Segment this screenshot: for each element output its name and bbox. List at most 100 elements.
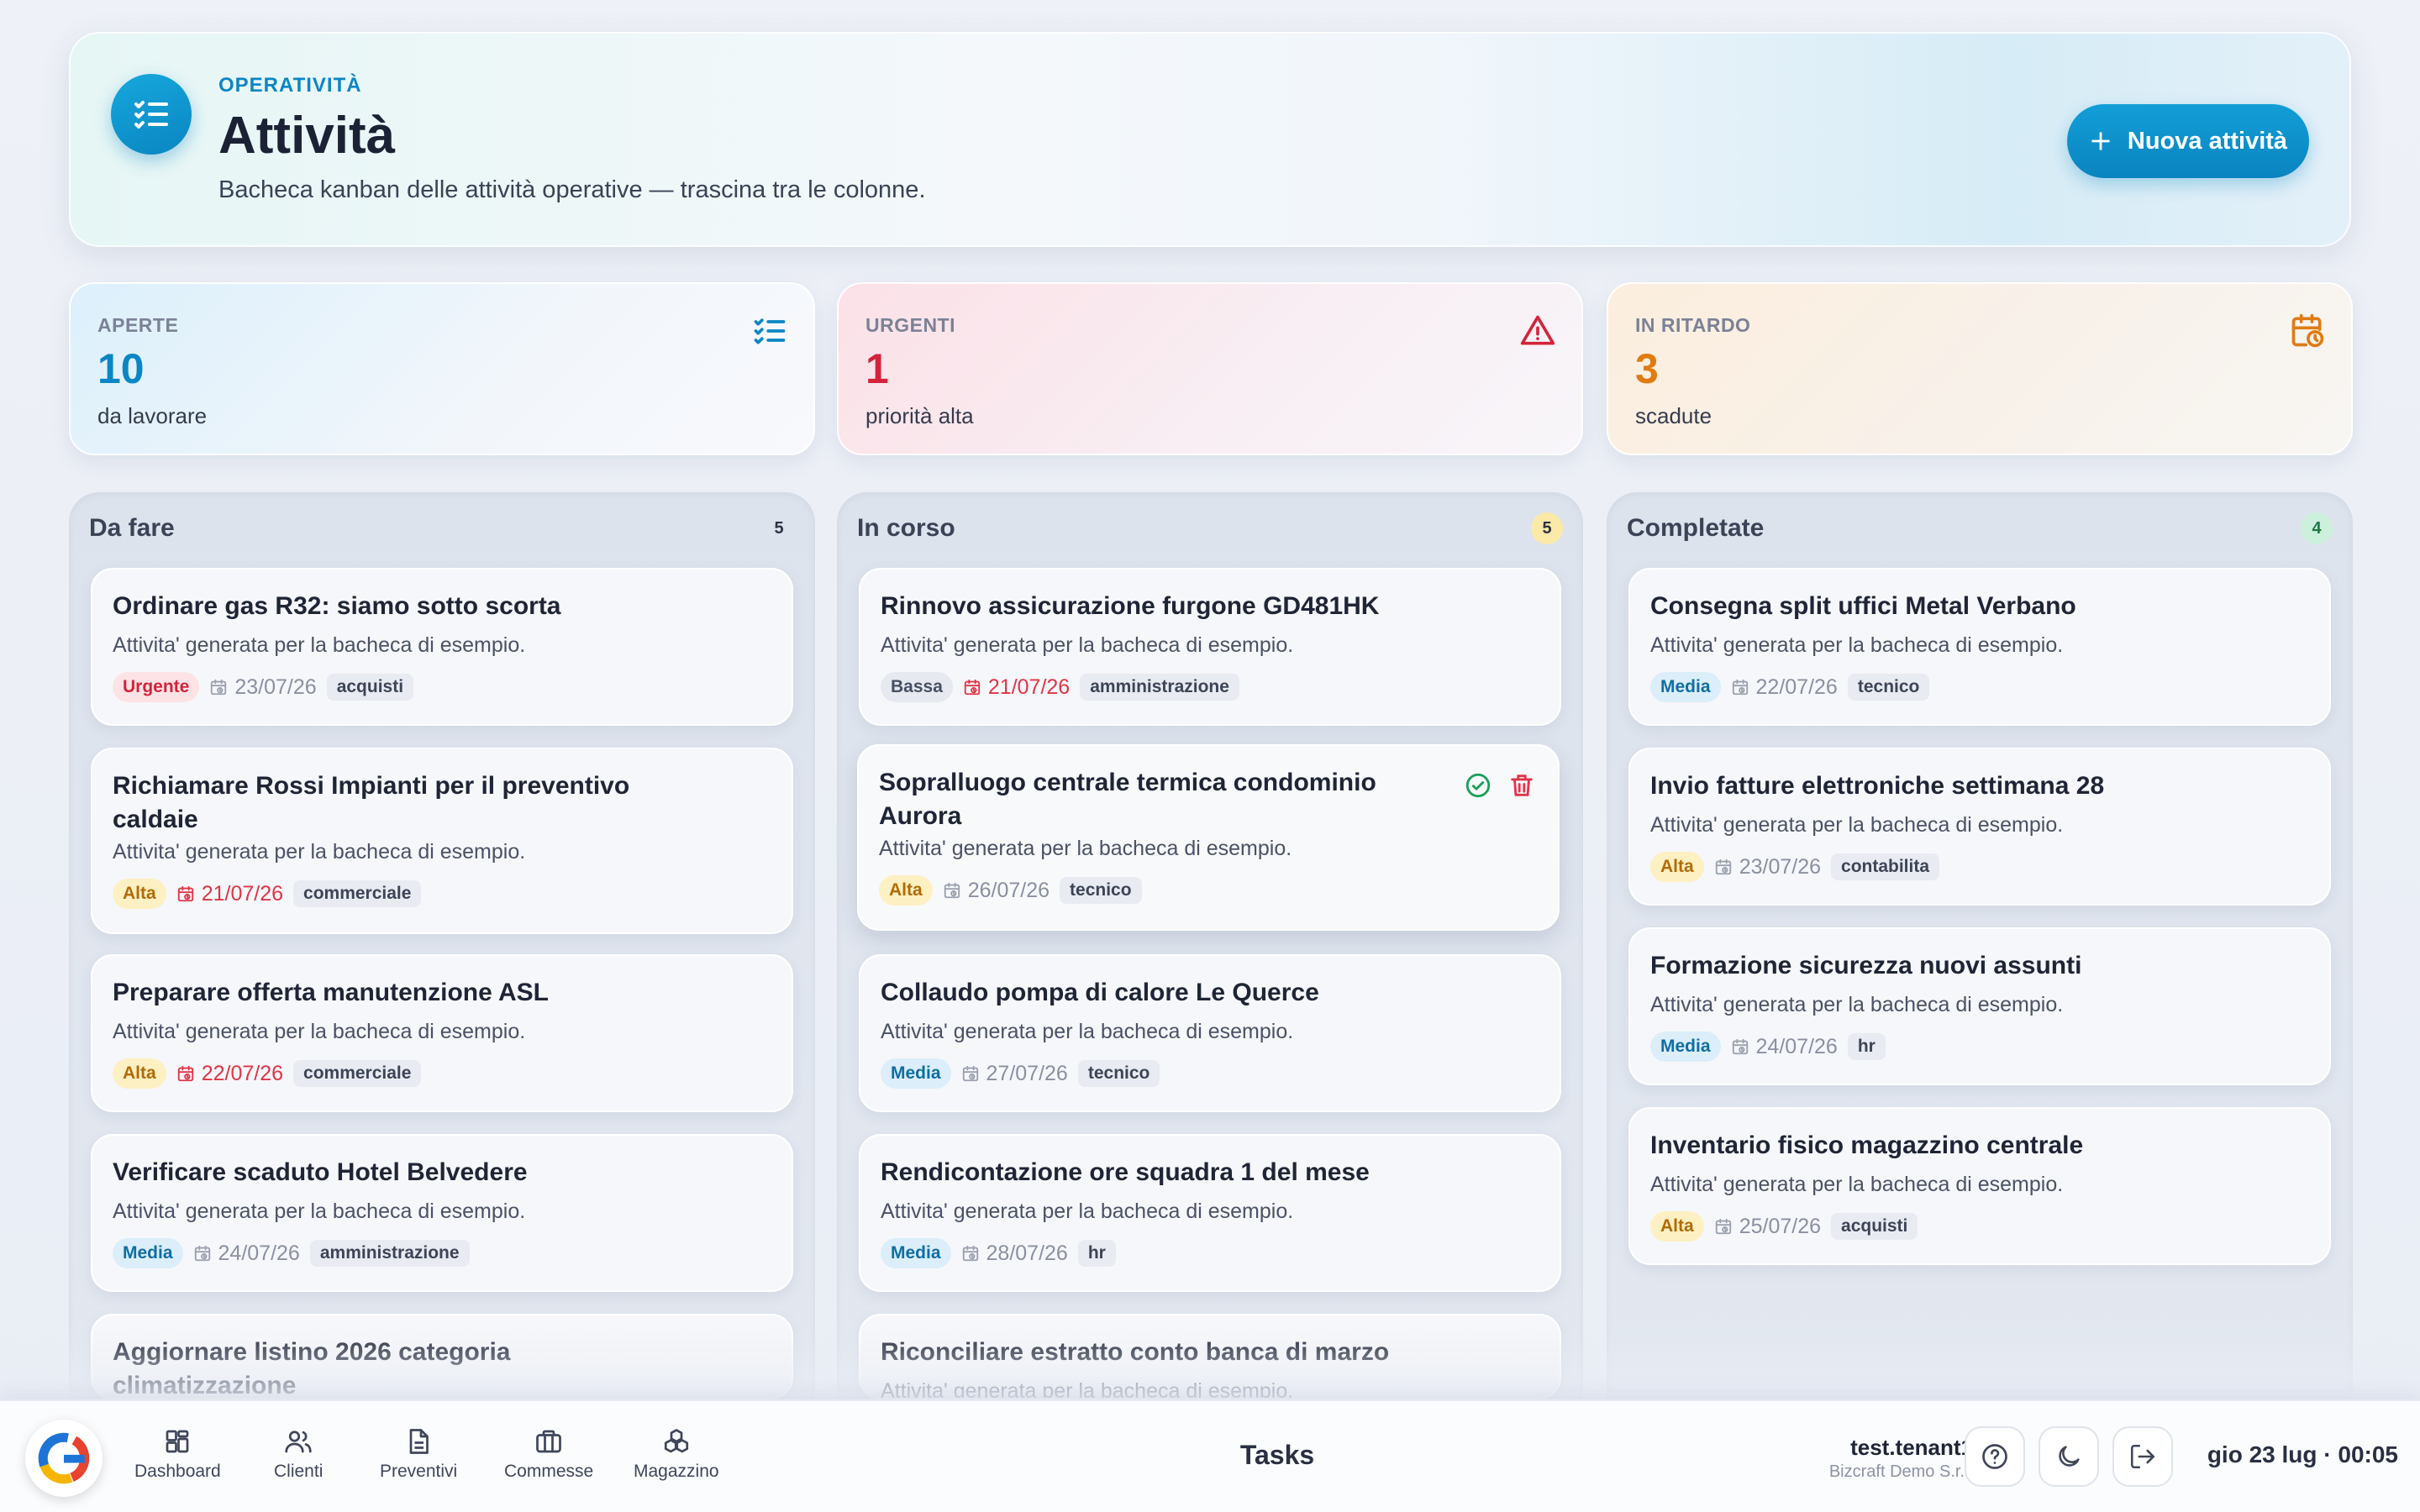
task-card[interactable]: Collaudo pompa di calore Le Querce Attivi…	[859, 954, 1561, 1112]
user-org: Bizcraft Demo S.r.l.	[1828, 1462, 1973, 1481]
calendar-clock-icon	[2291, 313, 2324, 348]
dashboard-icon	[166, 1430, 189, 1453]
due-date-text: 21/07/26	[201, 881, 284, 906]
stat-card-late: IN RITARDO 3 scadute	[1607, 282, 2353, 455]
column-title: Completate	[1627, 514, 1765, 542]
task-card[interactable]: Inventario fisico magazzino centrale Atti…	[1628, 1107, 2331, 1265]
new-task-label: Nuova attività	[2127, 127, 2288, 155]
priority-badge: Alta	[1650, 1211, 1704, 1242]
task-card[interactable]: Formazione sicurezza nuovi assunti Attivi…	[1628, 927, 2331, 1085]
due-date-text: 28/07/26	[986, 1241, 1068, 1265]
task-card[interactable]: Preparare offerta manutenzione ASL Attivi…	[91, 954, 793, 1112]
nav-item-preventivi[interactable]: Preventivi	[380, 1426, 457, 1482]
category-tag: amministrazione	[309, 1240, 470, 1267]
nav-item-dashboard[interactable]: Dashboard	[134, 1426, 221, 1482]
moon-icon	[2059, 1446, 2080, 1467]
due-date: 22/07/26	[1731, 675, 1838, 700]
category-tag: contabilita	[1831, 853, 1940, 880]
task-card[interactable]: Ordinare gas R32: siamo sotto scorta Atti…	[91, 568, 793, 726]
stat-note: scadute	[1635, 403, 1712, 428]
column-count-badge: 4	[2301, 512, 2333, 544]
plus-icon	[2091, 132, 2110, 150]
new-task-button[interactable]: Nuova attività	[2067, 104, 2309, 178]
boxes-icon	[664, 1429, 688, 1453]
stat-note: da lavorare	[97, 403, 208, 428]
due-date-text: 25/07/26	[1739, 1214, 1822, 1238]
column-count-badge: 5	[1531, 512, 1563, 544]
task-description: Attivita' generata per la bacheca di ese…	[881, 1200, 1294, 1223]
task-description: Attivita' generata per la bacheca di ese…	[113, 1020, 526, 1043]
checklist-icon	[754, 318, 786, 344]
app-logo[interactable]	[25, 1420, 103, 1497]
scroll-fade	[0, 1327, 2420, 1399]
task-title: Sopralluogo centrale termica condominio …	[879, 769, 1376, 830]
due-date: 22/07/26	[176, 1062, 283, 1086]
category-tag: acquisti	[1831, 1213, 1918, 1240]
user-info[interactable]: test.tenant1 Bizcraft Demo S.r.l.	[1829, 1435, 1973, 1482]
users-icon	[285, 1431, 312, 1453]
help-button[interactable]	[1965, 1426, 2025, 1487]
nav-label: Preventivi	[380, 1462, 458, 1481]
nav-item-commesse[interactable]: Commesse	[504, 1426, 593, 1482]
due-date-text: 22/07/26	[201, 1061, 284, 1085]
category-tag: amministrazione	[1080, 674, 1239, 701]
calendar-icon	[209, 678, 228, 696]
due-date: 23/07/26	[209, 675, 317, 700]
task-description: Attivita' generata per la bacheca di ese…	[881, 1020, 1294, 1043]
task-title: Verificare scaduto Hotel Belvedere	[113, 1158, 528, 1186]
column-title: Da fare	[89, 514, 175, 542]
task-description: Attivita' generata per la bacheca di ese…	[879, 837, 1292, 860]
task-card[interactable]: Richiamare Rossi Impianti per il prevent…	[91, 748, 793, 934]
stat-card-urgent: URGENTI 1 priorità alta	[837, 282, 1583, 455]
task-title: Collaudo pompa di calore Le Querce	[881, 979, 1319, 1006]
task-description: Attivita' generata per la bacheca di ese…	[113, 633, 526, 657]
task-card[interactable]: Sopralluogo centrale termica condominio …	[857, 744, 1560, 931]
task-card[interactable]: Rendicontazione ore squadra 1 del mese At…	[859, 1134, 1561, 1292]
nav-item-clienti[interactable]: Clienti	[274, 1426, 323, 1482]
user-name: test.tenant1	[1850, 1435, 1973, 1460]
stat-note: priorità alta	[865, 403, 974, 428]
priority-badge: Media	[1650, 672, 1721, 702]
category-tag: commerciale	[293, 880, 422, 907]
category-tag: tecnico	[1077, 1060, 1160, 1087]
trash-icon[interactable]	[1507, 771, 1536, 800]
due-date: 21/07/26	[963, 675, 1070, 700]
task-description: Attivita' generata per la bacheca di ese…	[1650, 993, 2064, 1016]
task-meta: Media 28/07/26 hr	[881, 1238, 1116, 1268]
complete-check-icon[interactable]	[1464, 771, 1492, 800]
due-date: 24/07/26	[193, 1242, 300, 1266]
task-meta: Media 22/07/26 tecnico	[1650, 672, 1930, 702]
category-tag: hr	[1077, 1240, 1116, 1267]
stat-value: 10	[97, 345, 145, 392]
due-date: 27/07/26	[961, 1062, 1068, 1086]
calendar-icon	[943, 881, 961, 900]
priority-badge: Alta	[113, 1058, 166, 1089]
page-title: Attività	[218, 107, 396, 165]
category-tag: commerciale	[293, 1060, 422, 1087]
stat-value: 1	[865, 345, 889, 392]
logout-icon	[2130, 1444, 2155, 1469]
stat-label: URGENTI	[865, 314, 955, 336]
nav-item-magazzino[interactable]: Magazzino	[634, 1426, 719, 1482]
task-description: Attivita' generata per la bacheca di ese…	[113, 1200, 526, 1223]
logout-button[interactable]	[2112, 1426, 2173, 1487]
task-title: Consegna split uffici Metal Verbano	[1650, 592, 2076, 620]
task-card[interactable]: Verificare scaduto Hotel Belvedere Attivi…	[91, 1134, 793, 1292]
task-card[interactable]: Invio fatture elettroniche settimana 28 A…	[1628, 748, 2331, 906]
theme-toggle-button[interactable]	[2039, 1426, 2099, 1487]
priority-badge: Alta	[1650, 852, 1704, 882]
due-date: 26/07/26	[943, 879, 1050, 903]
stat-card-open: APERTE 10 da lavorare	[69, 282, 815, 455]
calendar-icon	[963, 678, 981, 696]
task-card[interactable]: Consegna split uffici Metal Verbano Attiv…	[1628, 568, 2331, 726]
task-actions	[1464, 771, 1536, 800]
due-date-text: 23/07/26	[1739, 854, 1822, 879]
priority-badge: Bassa	[881, 672, 953, 702]
due-date-text: 22/07/26	[1755, 675, 1838, 699]
priority-badge: Media	[881, 1058, 951, 1089]
due-date: 28/07/26	[961, 1242, 1068, 1266]
task-meta: Alta 23/07/26 contabilita	[1650, 852, 1940, 882]
calendar-icon	[961, 1064, 980, 1083]
priority-badge: Media	[113, 1238, 183, 1268]
task-card[interactable]: Rinnovo assicurazione furgone GD481HK Att…	[859, 568, 1561, 726]
